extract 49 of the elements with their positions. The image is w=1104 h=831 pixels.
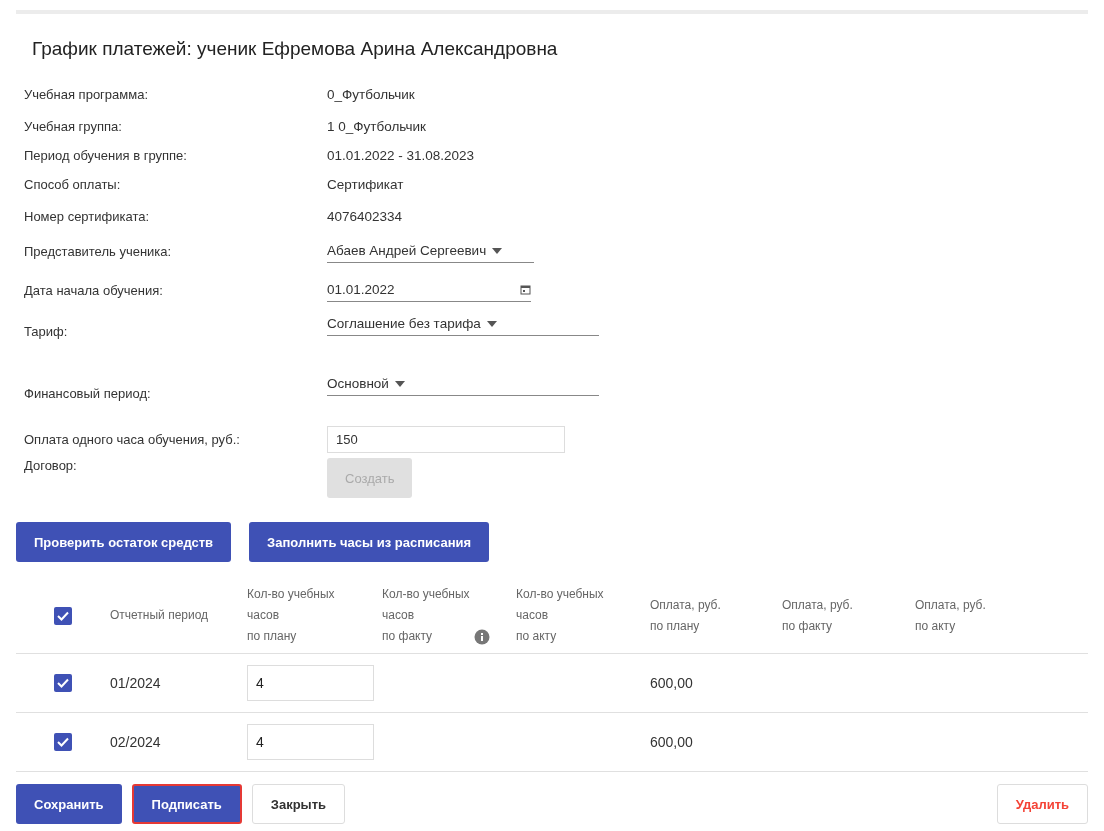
field-label: Дата начала обучения: bbox=[24, 282, 163, 298]
hours-input[interactable]: 4 bbox=[247, 724, 374, 760]
field-label: Способ оплаты: bbox=[24, 176, 121, 192]
page-title: График платежей: ученик Ефремова Арина Александровна bbox=[32, 38, 559, 60]
calendar-icon bbox=[520, 284, 531, 295]
footer-button[interactable]: Закрыть bbox=[251, 784, 346, 824]
field-label: Финансовый период: bbox=[24, 386, 151, 401]
caret-icon bbox=[486, 320, 497, 327]
column-header: Отчетный период bbox=[110, 607, 209, 624]
table-cell: 600,00 bbox=[650, 675, 693, 691]
footer-button[interactable]: Сохранить bbox=[16, 784, 122, 824]
table-cell: 600,00 bbox=[650, 734, 693, 750]
column-header: Оплата, руб. по факту bbox=[782, 596, 853, 635]
field-label: Оплата одного часа обучения, руб.: bbox=[24, 431, 240, 447]
column-header: Кол-во учебных часов по плану bbox=[247, 586, 335, 645]
table-cell: 01/2024 bbox=[110, 675, 161, 691]
column-header: Оплата, руб. по плану bbox=[650, 596, 721, 635]
field-value: 01.01.2022 - 31.08.2023 bbox=[327, 147, 475, 163]
column-header: Кол-во учебных часов по акту bbox=[516, 586, 604, 645]
field-label: Период обучения в группе: bbox=[24, 147, 187, 163]
caret-icon bbox=[492, 247, 503, 254]
field-value: 0_Футбольчик bbox=[327, 86, 415, 102]
select-field[interactable]: Соглашение без тарифа bbox=[327, 312, 599, 336]
footer-button[interactable]: Подписать bbox=[131, 784, 242, 824]
caret-icon bbox=[394, 380, 405, 387]
action-button[interactable]: Заполнить часы из расписания bbox=[249, 522, 490, 562]
info-icon[interactable] bbox=[473, 629, 490, 645]
field-label: Тариф: bbox=[24, 324, 68, 339]
field-label: Учебная группа: bbox=[24, 118, 122, 134]
column-header: Кол-во учебных часов по факту bbox=[382, 586, 470, 645]
date-field[interactable]: 01.01.2022 bbox=[327, 278, 531, 302]
select-field[interactable]: Основной bbox=[327, 372, 599, 396]
checkbox[interactable] bbox=[54, 606, 72, 625]
checkbox[interactable] bbox=[54, 733, 72, 751]
field-label: Учебная программа: bbox=[24, 86, 149, 102]
action-button[interactable]: Проверить остаток средств bbox=[16, 522, 232, 562]
select-field[interactable]: Абаев Андрей Сергеевич bbox=[327, 239, 534, 263]
field-value: Сертификат bbox=[327, 176, 404, 192]
footer-button[interactable]: Удалить bbox=[996, 784, 1088, 824]
column-header: Оплата, руб. по акту bbox=[915, 596, 986, 635]
hours-input[interactable]: 4 bbox=[247, 665, 374, 701]
field-label: Представитель ученика: bbox=[24, 243, 172, 259]
field-value: 1 0_Футбольчик bbox=[327, 118, 426, 134]
field-label: Договор: bbox=[24, 458, 77, 473]
table-cell: 02/2024 bbox=[110, 734, 161, 750]
field-value: 4076402334 bbox=[327, 208, 403, 224]
field-label: Номер сертификата: bbox=[24, 208, 150, 224]
input-field[interactable]: 150 bbox=[327, 425, 565, 453]
checkbox[interactable] bbox=[54, 674, 72, 692]
